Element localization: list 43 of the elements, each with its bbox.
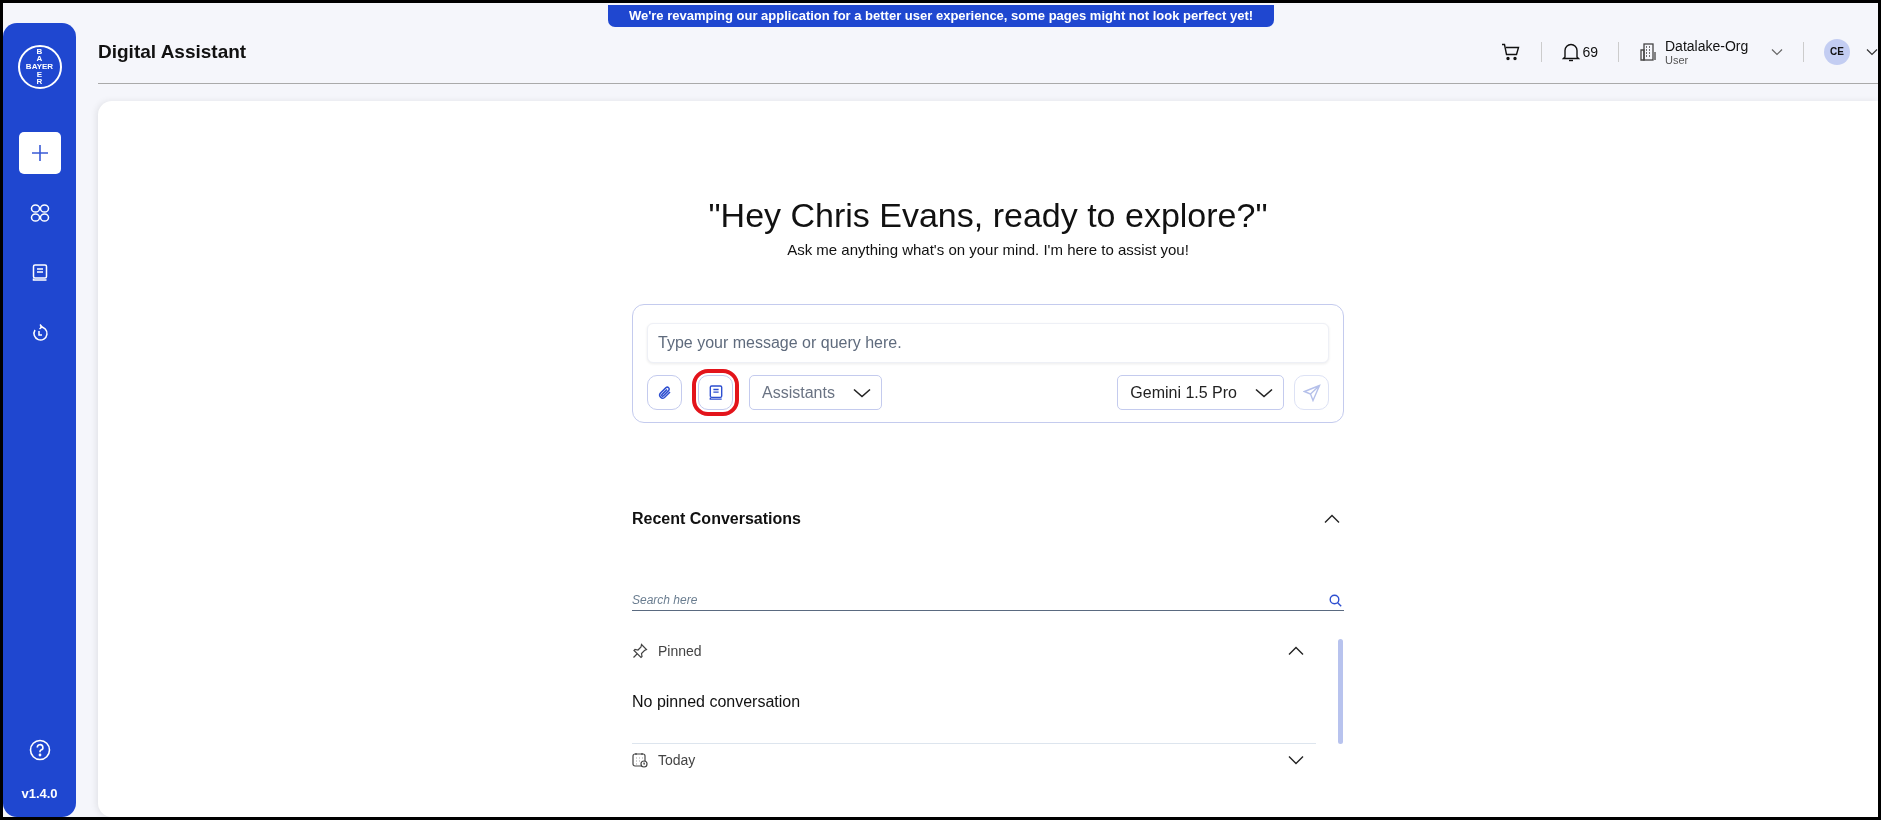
- chevron-down-icon: [1255, 387, 1273, 398]
- empty-message: No pinned conversation: [632, 693, 802, 711]
- pin-icon: [632, 643, 648, 659]
- paperclip-icon: [656, 384, 673, 401]
- chevron-down-icon[interactable]: [1866, 47, 1878, 56]
- attach-button[interactable]: [647, 375, 682, 410]
- history-icon: [30, 324, 49, 342]
- group-label: Today: [658, 752, 696, 768]
- group-label: Pinned: [658, 643, 702, 659]
- grid-circles-icon: [29, 203, 50, 223]
- logo-text: BAYER: [24, 62, 55, 71]
- announcement-banner: We're revamping our application for a better user experience, some pages might not look perfect yet!: [608, 5, 1274, 27]
- building-icon: [1639, 41, 1659, 62]
- help-icon[interactable]: [28, 739, 51, 761]
- book-icon: [708, 384, 723, 401]
- model-dropdown[interactable]: Gemini 1.5 Pro: [1117, 375, 1284, 410]
- message-input[interactable]: Type your message or query here.: [647, 323, 1329, 363]
- bell-icon[interactable]: [1562, 41, 1581, 62]
- page-title: Digital Assistant: [98, 40, 247, 63]
- scrollbar-thumb[interactable]: [1338, 639, 1343, 744]
- book-icon: [31, 264, 48, 282]
- greeting-subtitle: Ask me anything what's on your mind. I'm here to assist you!: [786, 241, 1190, 258]
- cart-icon[interactable]: [1501, 42, 1522, 61]
- plus-icon: [29, 143, 50, 163]
- chevron-up-icon[interactable]: [1324, 514, 1340, 524]
- new-chat-button[interactable]: [18, 132, 61, 174]
- logo-text: ER: [35, 71, 44, 85]
- section-title: Recent Conversations: [632, 510, 801, 528]
- notification-count: 69: [1582, 43, 1598, 60]
- chevron-up-icon[interactable]: [1288, 646, 1304, 656]
- chevron-down-icon[interactable]: [1288, 755, 1304, 765]
- send-icon: [1302, 383, 1321, 402]
- logo-text: BA: [35, 48, 44, 62]
- org-name: Datalake-Org: [1665, 37, 1750, 54]
- search-field[interactable]: Search here: [632, 593, 1344, 611]
- assistants-dropdown[interactable]: Assistants: [749, 375, 882, 410]
- calendar-icon: [632, 752, 648, 768]
- version-label: v1.4.0: [21, 786, 58, 801]
- greeting-heading: "Hey Chris Evans, ready to explore?": [707, 196, 1269, 235]
- user-role: User: [1665, 53, 1689, 66]
- search-icon[interactable]: [1329, 593, 1342, 607]
- chevron-down-icon: [852, 387, 871, 398]
- avatar[interactable]: CE: [1824, 38, 1850, 65]
